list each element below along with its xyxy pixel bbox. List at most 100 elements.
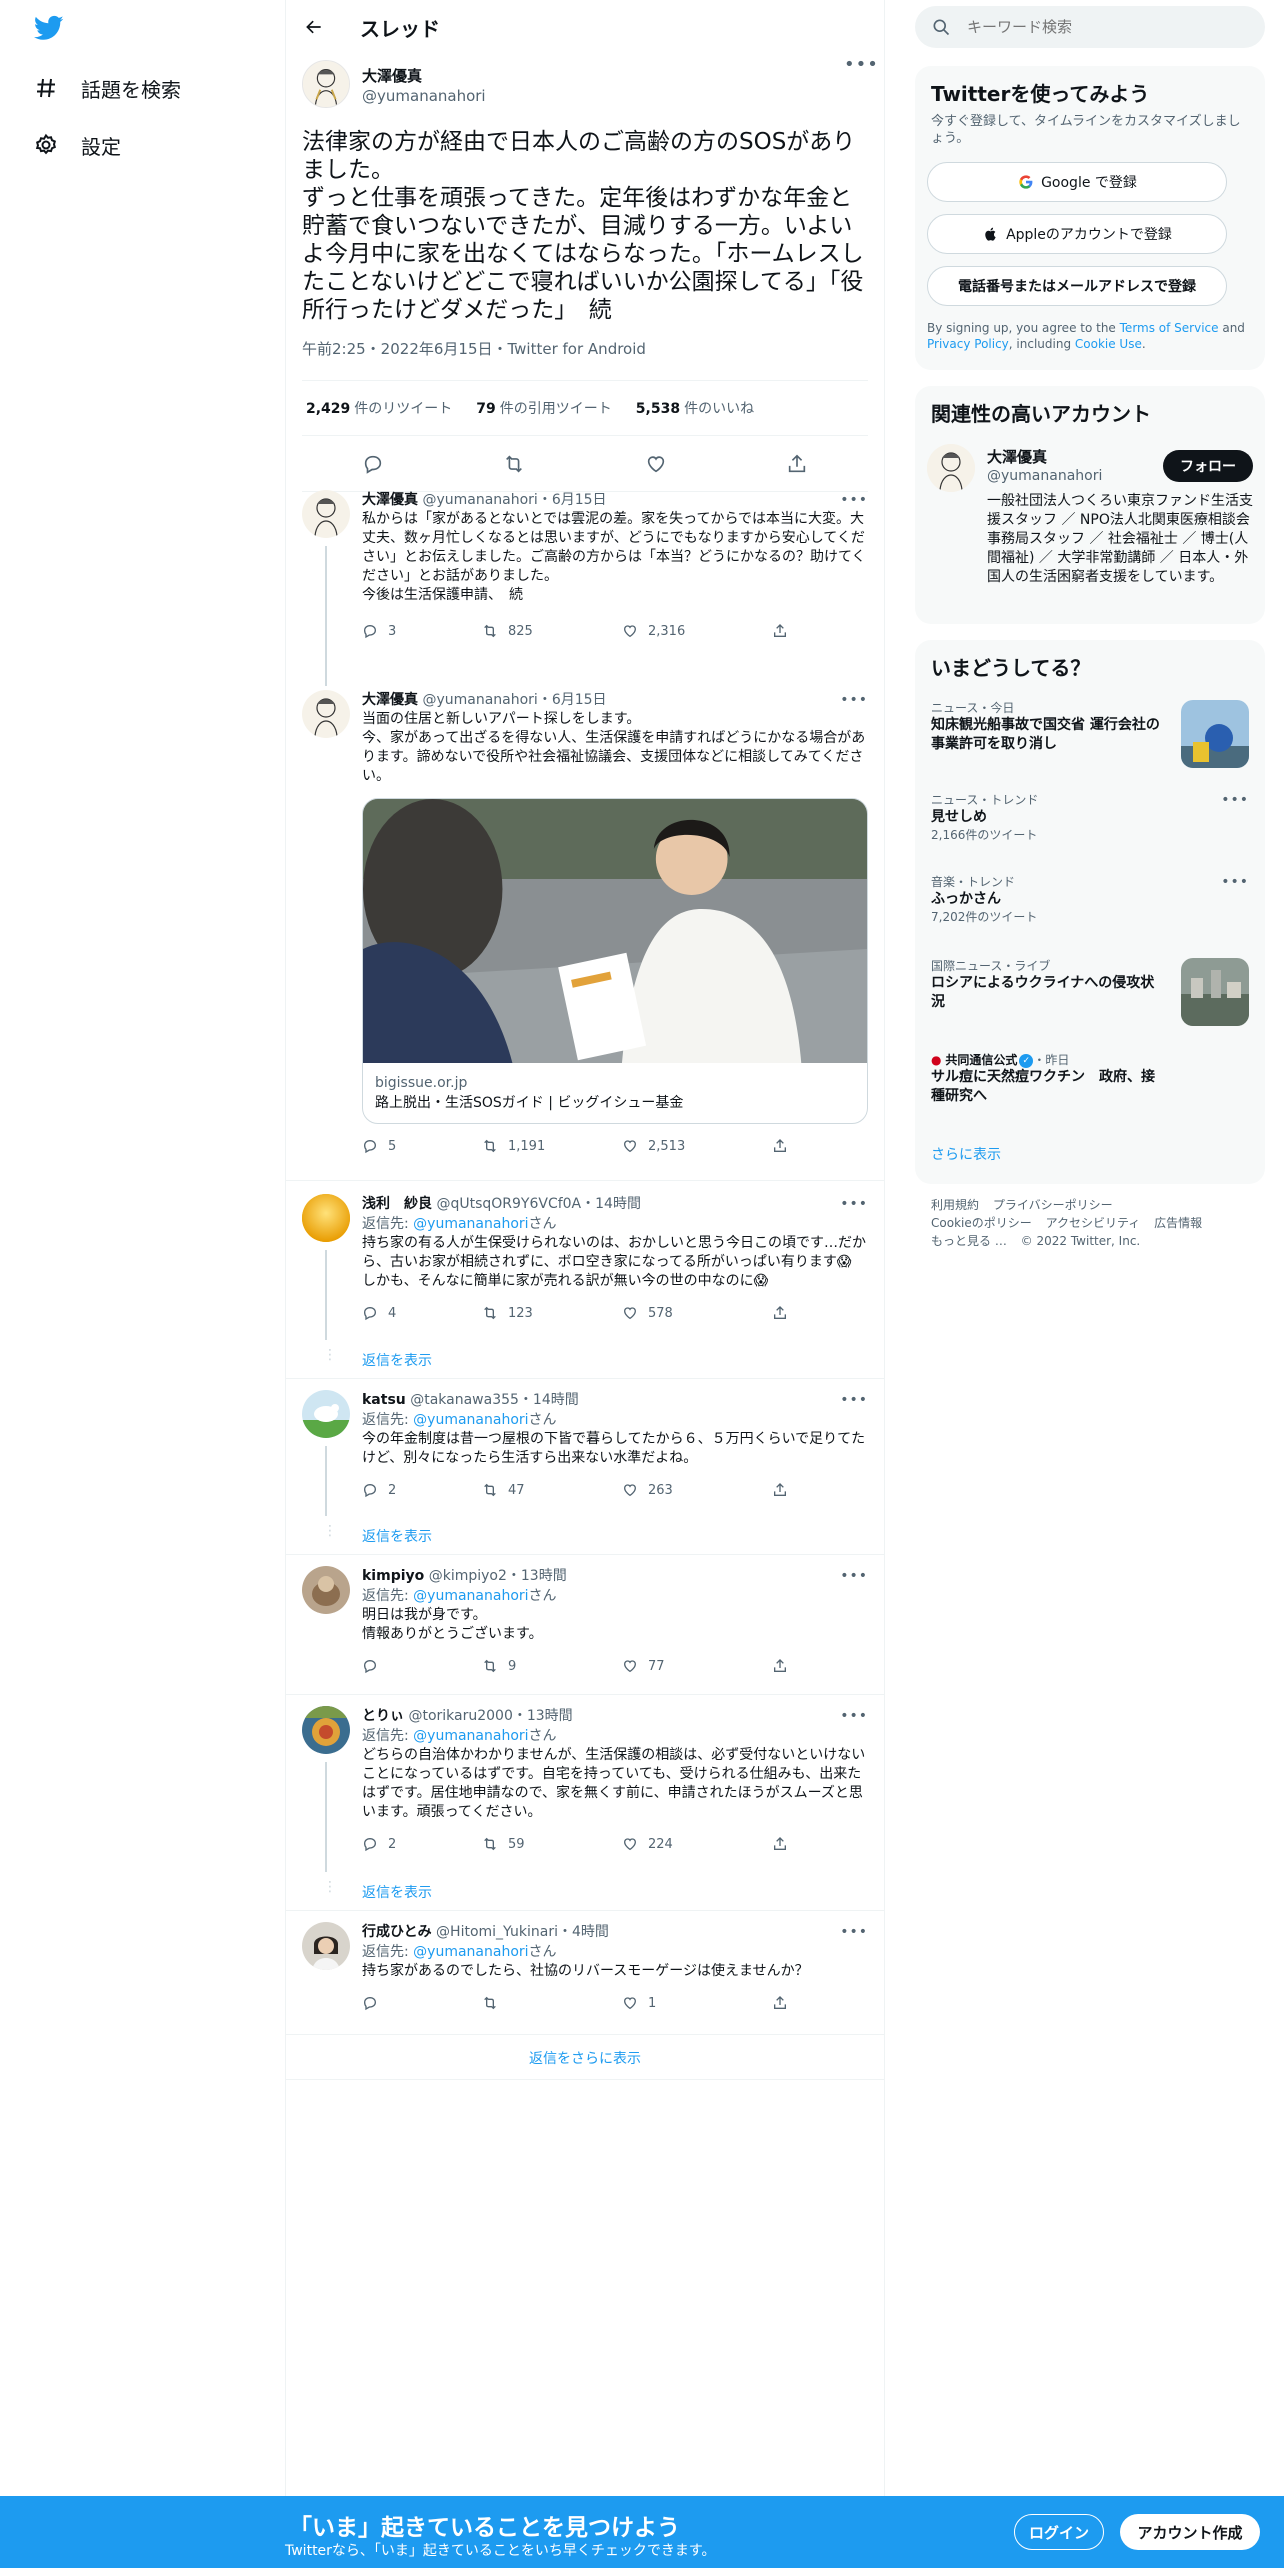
privacy-link[interactable]: Privacy Policy [927, 337, 1009, 351]
show-more-trends-link[interactable]: さらに表示 [931, 1144, 1001, 1164]
share-button[interactable] [772, 1995, 788, 2011]
footer-link-cookie[interactable]: Cookieのポリシー [931, 1216, 1032, 1230]
avatar[interactable] [302, 1922, 350, 1970]
reply-time[interactable]: ・6月15日 [538, 692, 607, 708]
footer-link-more[interactable]: もっと見る … [931, 1234, 1007, 1248]
login-button[interactable]: ログイン [1014, 2514, 1104, 2550]
reply-author-name[interactable]: 大澤優真 [362, 692, 418, 708]
show-more-replies-button[interactable]: 返信をさらに表示 [286, 2036, 884, 2080]
reply-author-handle[interactable]: @yumananahori [422, 492, 537, 508]
more-options-icon[interactable]: ••• [1221, 792, 1249, 808]
reply-author-handle[interactable]: @qUtsqOR9Y6VCf0A [436, 1196, 581, 1212]
trend-item[interactable]: 音楽・トレンド ふっかさん 7,202件のツイート ••• [931, 874, 1249, 930]
search-input[interactable] [967, 18, 1247, 36]
avatar[interactable] [302, 490, 350, 538]
reply-to-mention[interactable]: @yumananahori [413, 1728, 528, 1744]
reply-author-handle[interactable]: @takanawa355 [410, 1392, 519, 1408]
reply-button[interactable] [362, 1995, 482, 2011]
share-button[interactable] [772, 1482, 788, 1498]
share-button[interactable] [772, 1836, 788, 1852]
like-button[interactable]: 2,513 [622, 1138, 772, 1154]
main-tweet-meta[interactable]: 午前2:25・2022年6月15日・Twitter for Android [302, 338, 868, 359]
reply-to-mention[interactable]: @yumananahori [413, 1412, 528, 1428]
reply-icon[interactable] [361, 452, 385, 476]
related-account-handle[interactable]: @yumananahori [987, 468, 1102, 484]
reply-time[interactable]: ・6月15日 [538, 492, 607, 508]
cookie-link[interactable]: Cookie Use [1075, 337, 1142, 351]
reply-to-mention[interactable]: @yumananahori [413, 1944, 528, 1960]
footer-link-terms[interactable]: 利用規約 [931, 1198, 979, 1212]
share-button[interactable] [772, 623, 788, 639]
reply-author-name[interactable]: kimpiyo [362, 1568, 424, 1584]
more-options-icon[interactable]: ••• [840, 690, 868, 710]
reply-to-mention[interactable]: @yumananahori [413, 1216, 528, 1232]
reply-button[interactable]: 3 [362, 623, 482, 639]
reply-time[interactable]: ・14時間 [519, 1392, 579, 1408]
search-bar[interactable] [915, 6, 1265, 48]
nav-settings[interactable]: 設定 [33, 123, 121, 167]
retweet-button[interactable]: 59 [482, 1836, 622, 1852]
more-options-icon[interactable]: ••• [840, 1706, 868, 1726]
like-button[interactable]: 224 [622, 1836, 772, 1852]
footer-link-accessibility[interactable]: アクセシビリティ [1046, 1216, 1141, 1230]
avatar[interactable] [302, 690, 350, 738]
like-button[interactable]: 1 [622, 1995, 772, 2011]
like-button[interactable]: 2,316 [622, 623, 772, 639]
reply-to-mention[interactable]: @yumananahori [413, 1588, 528, 1604]
more-options-icon[interactable]: ••• [844, 56, 878, 80]
share-button[interactable] [772, 1305, 788, 1321]
reply-author-handle[interactable]: @torikaru2000 [408, 1708, 512, 1724]
like-icon[interactable] [644, 452, 668, 476]
phone-email-signup-button[interactable]: 電話番号またはメールアドレスで登録 [927, 266, 1227, 306]
show-replies-link[interactable]: 返信を表示 [362, 1882, 432, 1902]
like-button[interactable]: 263 [622, 1482, 772, 1498]
google-signup-button[interactable]: Google で登録 [927, 162, 1227, 202]
related-account-name[interactable]: 大澤優真 [987, 446, 1047, 467]
reply-time[interactable]: ・14時間 [581, 1196, 641, 1212]
retweet-button[interactable]: 1,191 [482, 1138, 622, 1154]
more-options-icon[interactable]: ••• [840, 1922, 868, 1942]
like-stat[interactable]: 5,538 件のいいね [636, 398, 754, 418]
show-replies-link[interactable]: 返信を表示 [362, 1526, 432, 1546]
avatar[interactable] [302, 1194, 350, 1242]
reply-button[interactable]: 5 [362, 1138, 482, 1154]
trend-item[interactable]: ニュース・今日 知床観光船事故で国交省 運行会社の事業許可を取り消し [931, 700, 1249, 772]
reply-author-name[interactable]: 行成ひとみ [362, 1924, 432, 1940]
like-button[interactable]: 578 [622, 1305, 772, 1321]
create-account-button[interactable]: アカウント作成 [1120, 2514, 1260, 2550]
follow-button[interactable]: フォロー [1163, 450, 1253, 482]
share-button[interactable] [772, 1658, 788, 1674]
author-name[interactable]: 大澤優真 [362, 66, 486, 86]
reply-author-handle[interactable]: @yumananahori [422, 692, 537, 708]
reply-time[interactable]: ・13時間 [513, 1708, 573, 1724]
reply-author-name[interactable]: とりぃ [362, 1708, 404, 1724]
avatar[interactable] [302, 60, 350, 108]
reply-author-name[interactable]: 大澤優真 [362, 492, 418, 508]
reply-author-handle[interactable]: @kimpiyo2 [429, 1568, 507, 1584]
retweet-button[interactable] [482, 1995, 622, 2011]
more-options-icon[interactable]: ••• [840, 490, 868, 510]
apple-signup-button[interactable]: Appleのアカウントで登録 [927, 214, 1227, 254]
retweet-button[interactable]: 123 [482, 1305, 622, 1321]
trend-item[interactable]: ニュース・トレンド 見せしめ 2,166件のツイート ••• [931, 792, 1249, 848]
reply-button[interactable]: 4 [362, 1305, 482, 1321]
avatar[interactable] [927, 444, 975, 492]
show-replies-link[interactable]: 返信を表示 [362, 1350, 432, 1370]
reply-time[interactable]: ・4時間 [558, 1924, 609, 1940]
trend-item[interactable]: 国際ニュース・ライブ ロシアによるウクライナへの侵攻状況 [931, 958, 1249, 1026]
terms-link[interactable]: Terms of Service [1120, 321, 1219, 335]
share-button[interactable] [772, 1138, 788, 1154]
retweet-button[interactable]: 825 [482, 623, 622, 639]
twitter-logo-icon[interactable] [32, 13, 66, 43]
like-button[interactable]: 77 [622, 1658, 772, 1674]
trend-item[interactable]: ● 共同通信公式 ✓ ・昨日 サル痘に天然痘ワクチン 政府、接種研究へ [931, 1052, 1249, 1112]
retweet-stat[interactable]: 2,429 件のリツイート [306, 398, 452, 418]
reply-author-name[interactable]: katsu [362, 1392, 406, 1408]
author-handle[interactable]: @yumananahori [362, 86, 486, 106]
avatar[interactable] [302, 1706, 350, 1754]
retweet-button[interactable]: 9 [482, 1658, 622, 1674]
reply-button[interactable]: 2 [362, 1836, 482, 1852]
nav-explore[interactable]: 話題を検索 [33, 66, 181, 110]
more-options-icon[interactable]: ••• [840, 1390, 868, 1410]
retweet-icon[interactable] [502, 452, 526, 476]
